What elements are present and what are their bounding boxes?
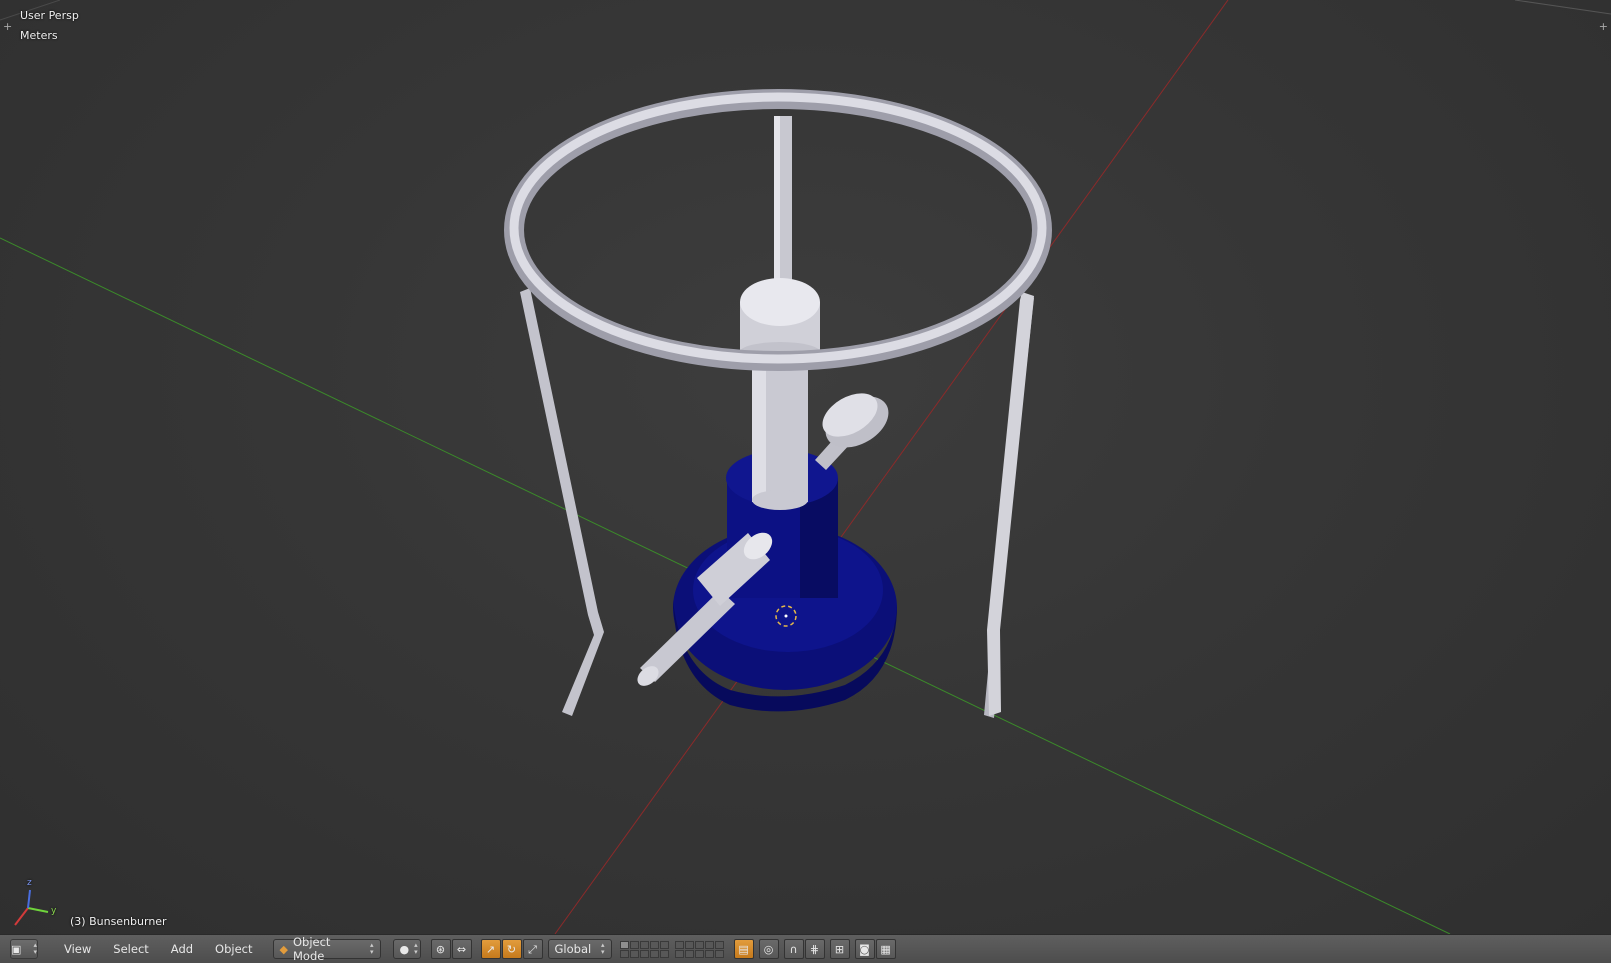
layer-toggle[interactable] bbox=[629, 949, 639, 958]
axis-gizmo bbox=[14, 889, 49, 926]
rotate-manipulator-button[interactable]: ↻ bbox=[501, 939, 522, 959]
layer-toggle[interactable] bbox=[649, 940, 659, 949]
translate-icon: ↗ bbox=[485, 942, 496, 956]
snap-target-icon: ⊞ bbox=[834, 942, 845, 956]
active-object-label: (3) Bunsenburner bbox=[70, 915, 167, 928]
viewport-shading-selector[interactable]: ● ▴ ▾ bbox=[392, 939, 421, 959]
layer-toggle[interactable] bbox=[629, 940, 639, 949]
lock-layers-button[interactable]: ▤ bbox=[733, 939, 754, 959]
scene-canvas[interactable] bbox=[0, 0, 1611, 934]
layer-toggle[interactable] bbox=[714, 940, 724, 949]
updown-arrows-icon: ▴ ▾ bbox=[414, 941, 418, 956]
updown-arrows-icon: ▴ ▾ bbox=[33, 941, 37, 956]
menu-select[interactable]: Select bbox=[103, 939, 158, 959]
layer-toggle[interactable] bbox=[649, 949, 659, 958]
layer-toggle[interactable] bbox=[704, 949, 714, 958]
opengl-render-button[interactable]: ◙ bbox=[854, 939, 875, 959]
layer-block-2 bbox=[674, 940, 724, 958]
3d-viewport[interactable]: User Persp Meters (3) Bunsenburner y z +… bbox=[0, 0, 1611, 934]
snap-element-selector[interactable]: ⋕ bbox=[804, 939, 825, 959]
stand-leg-right-face bbox=[987, 292, 1034, 716]
layer-lock-icon: ▤ bbox=[738, 942, 749, 956]
proportional-editing-button[interactable]: ◎ bbox=[758, 939, 779, 959]
manipulator-icon: ⇔ bbox=[456, 942, 467, 956]
area-split-handle[interactable]: + bbox=[1599, 20, 1608, 33]
snap-toggle-button[interactable]: ∩ bbox=[783, 939, 804, 959]
transform-orientation-selector[interactable]: Global ▴ ▾ bbox=[547, 939, 612, 959]
layer-toggle[interactable] bbox=[684, 940, 694, 949]
3d-view-header: ▣ ▴ ▾ View Select Add Object ◆ Object Mod… bbox=[0, 934, 1611, 963]
snap-increment-icon: ⋕ bbox=[809, 942, 820, 956]
layer-toggle[interactable] bbox=[674, 940, 684, 949]
scale-icon: ⤢ bbox=[528, 942, 537, 956]
gizmo-y-label: y bbox=[51, 906, 57, 916]
pivot-point-button[interactable]: ⊛ bbox=[430, 939, 451, 959]
gizmo-z-label: z bbox=[27, 878, 32, 888]
layer-block-1 bbox=[619, 940, 669, 958]
layer-toggle[interactable] bbox=[619, 940, 629, 949]
units-label: Meters bbox=[20, 29, 58, 42]
layer-toggle[interactable] bbox=[704, 940, 714, 949]
scale-manipulator-button[interactable]: ⤢ bbox=[522, 939, 543, 959]
layer-toggle[interactable] bbox=[674, 949, 684, 958]
stand-leg-left bbox=[510, 288, 604, 716]
x-axis-line bbox=[554, 0, 1229, 934]
layer-toggle[interactable] bbox=[619, 949, 629, 958]
updown-arrows-icon: ▴ ▾ bbox=[370, 941, 374, 956]
cube-icon: ▣ bbox=[11, 942, 22, 956]
menu-object[interactable]: Object bbox=[205, 939, 262, 959]
solid-shading-icon: ● bbox=[399, 942, 410, 956]
pivot-icon: ⊛ bbox=[435, 942, 446, 956]
menu-view[interactable]: View bbox=[54, 939, 101, 959]
camera-icon: ◙ bbox=[859, 942, 870, 956]
translate-manipulator-button[interactable]: ↗ bbox=[480, 939, 501, 959]
snap-target-button[interactable]: ⊞ bbox=[829, 939, 850, 959]
updown-arrows-icon: ▴ ▾ bbox=[601, 941, 605, 956]
editor-type-button[interactable]: ▣ ▴ ▾ bbox=[10, 939, 38, 959]
layer-toggle[interactable] bbox=[684, 949, 694, 958]
object-mode-icon: ◆ bbox=[279, 942, 288, 956]
magnet-icon: ∩ bbox=[789, 942, 798, 956]
layer-toggle[interactable] bbox=[639, 940, 649, 949]
opengl-render-animation-button[interactable]: ▦ bbox=[875, 939, 896, 959]
layer-buttons bbox=[619, 940, 730, 958]
layer-toggle[interactable] bbox=[694, 949, 704, 958]
menu-add[interactable]: Add bbox=[161, 939, 203, 959]
layer-toggle[interactable] bbox=[714, 949, 724, 958]
layer-toggle[interactable] bbox=[659, 940, 669, 949]
layer-toggle[interactable] bbox=[659, 949, 669, 958]
manipulator-toggle[interactable]: ⇔ bbox=[451, 939, 472, 959]
clapper-icon: ▦ bbox=[880, 942, 891, 956]
mode-selector[interactable]: ◆ Object Mode ▴ ▾ bbox=[272, 935, 381, 963]
mode-label: Object Mode bbox=[292, 935, 331, 963]
layer-toggle[interactable] bbox=[694, 940, 704, 949]
grid-line bbox=[1514, 0, 1611, 15]
proportional-edit-icon: ◎ bbox=[763, 942, 774, 956]
orientation-label: Global bbox=[554, 942, 592, 956]
area-split-handle[interactable]: + bbox=[3, 20, 12, 33]
layer-toggle[interactable] bbox=[639, 949, 649, 958]
view-label: User Persp bbox=[20, 9, 79, 22]
rotate-icon: ↻ bbox=[506, 942, 517, 956]
